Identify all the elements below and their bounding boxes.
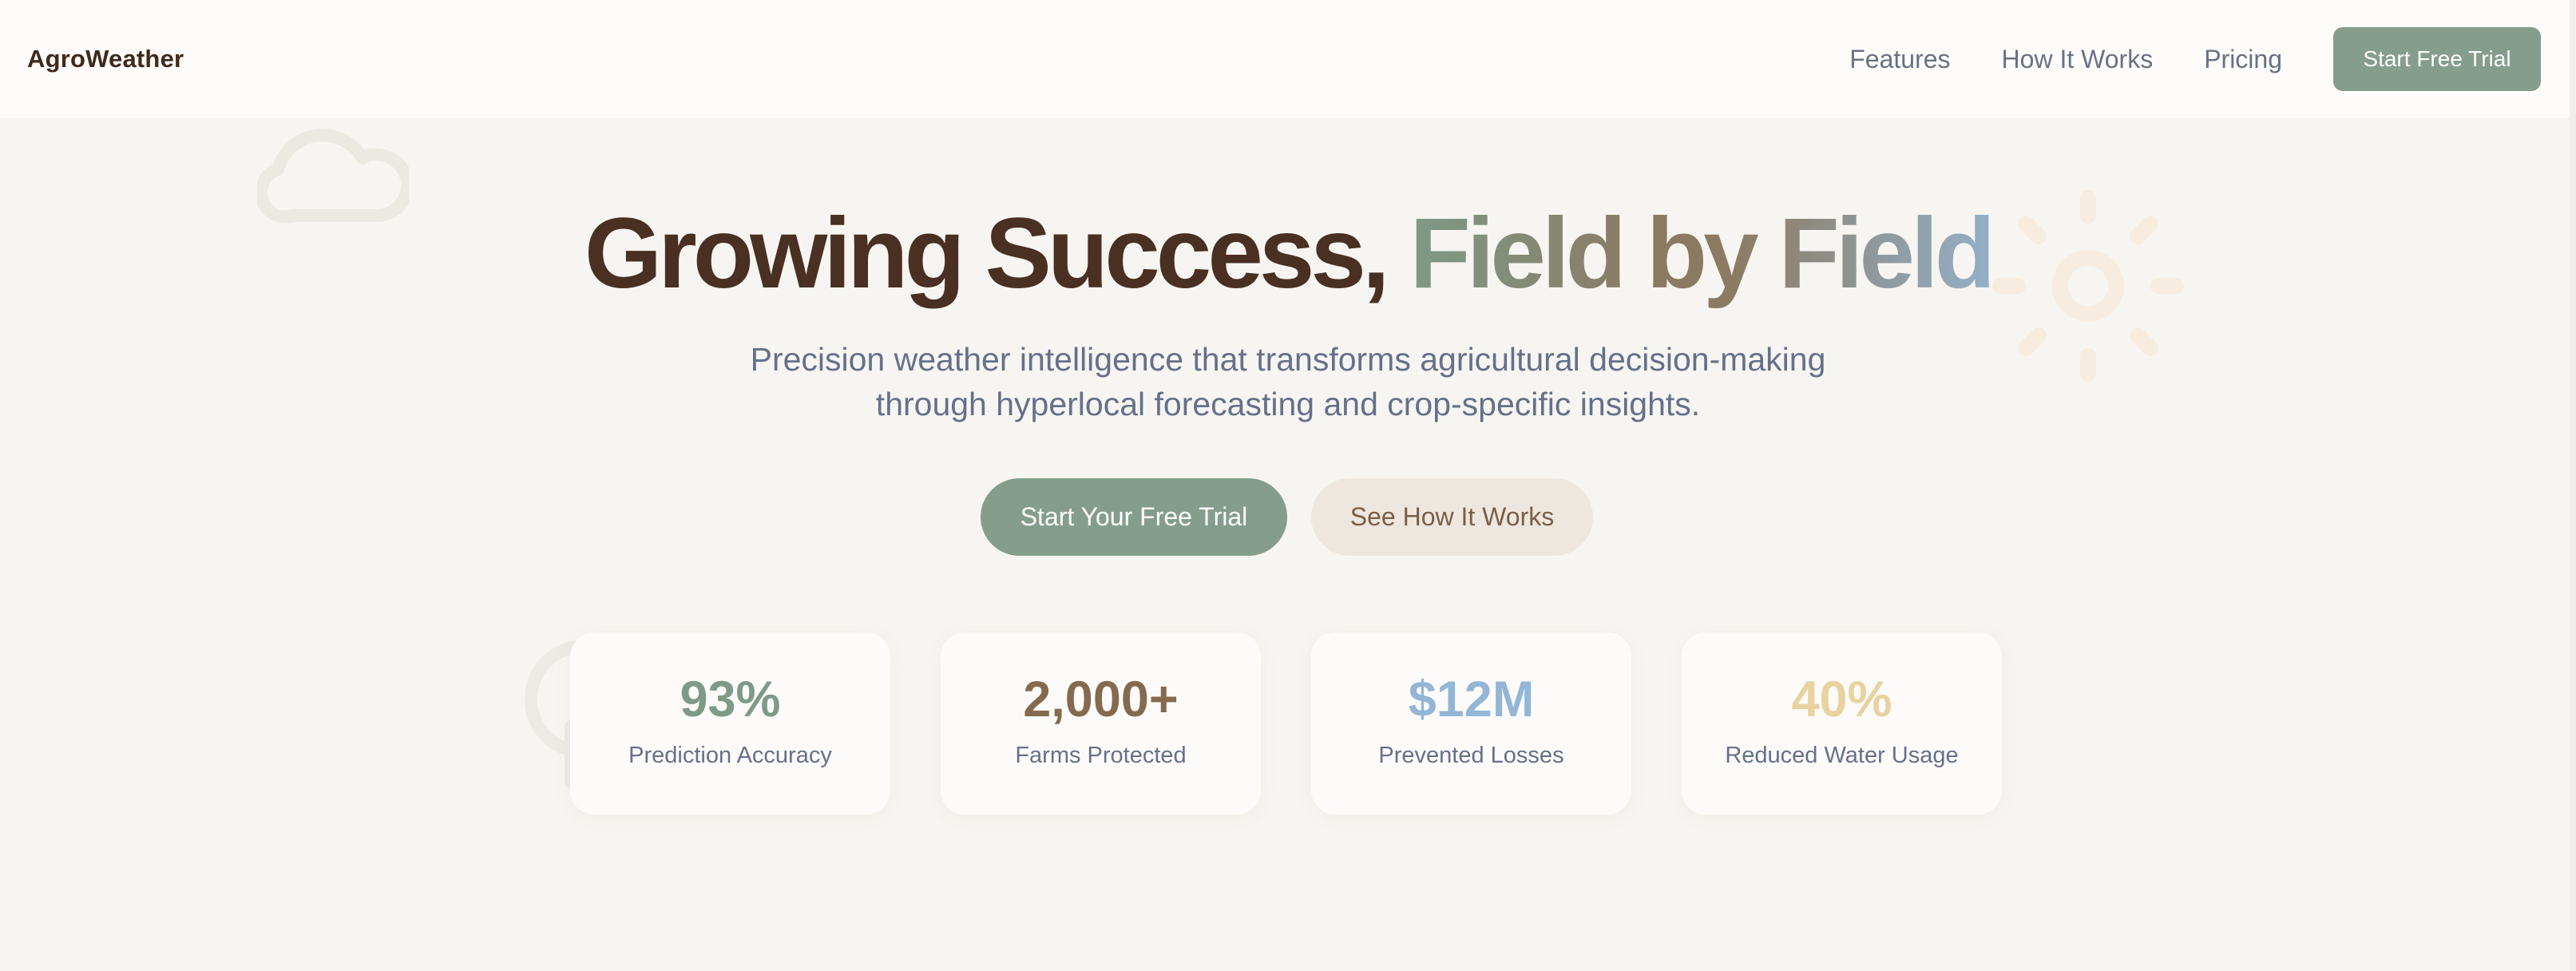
hero-title: Growing Success, Field by Field	[0, 198, 2576, 310]
hero-title-accent: Field by Field	[1409, 198, 1995, 309]
stat-label: Farms Protected	[1015, 743, 1187, 768]
stat-label: Prevented Losses	[1378, 743, 1564, 768]
stat-card-accuracy: 93% Prediction Accuracy	[570, 632, 890, 814]
hero-subtitle-line-1: Precision weather intelligence that tran…	[750, 341, 1826, 378]
nav-link-how-it-works[interactable]: How It Works	[2002, 45, 2154, 74]
stat-value: 93%	[680, 672, 781, 727]
start-your-free-trial-button[interactable]: Start Your Free Trial	[981, 478, 1287, 556]
stat-label: Prediction Accuracy	[628, 743, 832, 768]
stat-value: 2,000+	[1023, 672, 1179, 727]
see-how-it-works-button[interactable]: See How It Works	[1311, 478, 1593, 556]
start-free-trial-button[interactable]: Start Free Trial	[2333, 27, 2541, 91]
nav-link-features[interactable]: Features	[1849, 45, 1950, 74]
stat-card-water: 40% Reduced Water Usage	[1682, 632, 2002, 814]
nav-links: Features How It Works Pricing Start Free…	[1849, 27, 2542, 91]
hero-subtitle: Precision weather intelligence that tran…	[729, 337, 1847, 426]
stat-value: $12M	[1408, 672, 1535, 727]
hero-subtitle-line-2: through hyperlocal forecasting and crop-…	[875, 386, 1701, 422]
hero-title-main: Growing Success,	[584, 198, 1390, 309]
stat-card-losses: $12M Prevented Losses	[1311, 632, 1631, 814]
nav-link-pricing[interactable]: Pricing	[2204, 45, 2282, 74]
stat-card-farms: 2,000+ Farms Protected	[941, 632, 1261, 814]
scrollbar[interactable]	[2570, 0, 2576, 971]
stat-label: Reduced Water Usage	[1725, 743, 1959, 768]
brand-logo[interactable]: AgroWeather	[27, 45, 184, 73]
stat-value: 40%	[1791, 672, 1892, 727]
top-navigation: AgroWeather Features How It Works Pricin…	[0, 0, 2570, 118]
